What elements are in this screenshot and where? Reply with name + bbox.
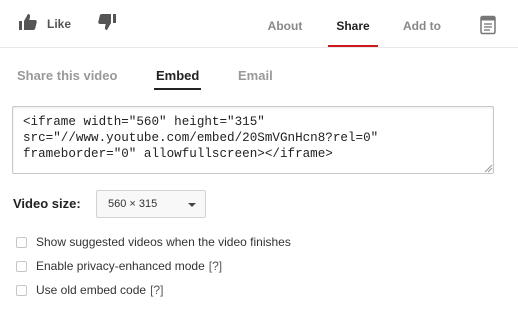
tab-share-this-video[interactable]: Share this video [17,66,117,88]
tab-share[interactable]: Share [328,0,378,48]
help-link[interactable]: [?] [209,259,222,273]
video-size-label: Video size: [13,196,81,211]
transcript-icon [478,15,498,39]
option-old-embed-code[interactable]: Use old embed code [?] [16,281,163,299]
dislike-button[interactable] [97,12,119,36]
embed-code-textarea[interactable]: <iframe width="560" height="315" src="//… [12,106,494,174]
video-size-select[interactable]: 560 × 315 [96,190,206,218]
divider [0,47,518,48]
option-label: Enable privacy-enhanced mode [36,259,205,273]
tab-email[interactable]: Email [238,66,273,88]
option-label: Use old embed code [36,283,147,297]
action-bar: Like About Share Add to [0,0,518,48]
tab-embed[interactable]: Embed [153,66,202,90]
chevron-down-icon [188,203,196,207]
tab-add-to[interactable]: Add to [398,0,446,46]
help-link[interactable]: [?] [150,283,163,297]
thumbs-up-icon [18,12,38,37]
option-suggested-videos[interactable]: Show suggested videos when the video fin… [16,233,291,251]
resize-handle[interactable] [484,164,493,173]
thumbs-down-icon [97,12,117,37]
transcript-button[interactable] [478,15,498,35]
like-label: Like [47,17,72,31]
option-label: Show suggested videos when the video fin… [36,235,291,249]
privacy-enhanced-checkbox[interactable] [16,260,27,272]
video-size-value: 560 × 315 [108,198,158,210]
option-privacy-enhanced[interactable]: Enable privacy-enhanced mode [?] [16,257,222,275]
like-button[interactable]: Like [18,12,71,36]
suggested-videos-checkbox[interactable] [16,236,27,248]
tab-about[interactable]: About [262,0,308,46]
old-embed-code-checkbox[interactable] [16,284,27,296]
